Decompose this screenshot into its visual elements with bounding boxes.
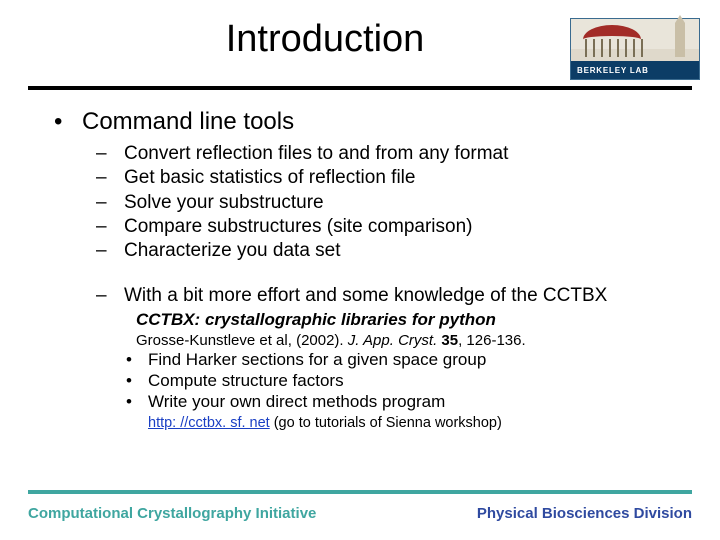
slide-title: Introduction [0, 18, 570, 61]
list-item: –Get basic statistics of reflection file [96, 166, 684, 190]
content-area: • Command line tools –Convert reflection… [0, 90, 720, 431]
lab-logo: BERKELEY LAB [570, 18, 700, 80]
reference-line: Grosse-Kunstleve et al, (2002). J. App. … [54, 332, 684, 349]
list-item: –Characterize you data set [96, 239, 684, 263]
list-item: •Find Harker sections for a given space … [126, 349, 684, 370]
sub-item-list: –Convert reflection files to and from an… [54, 142, 684, 308]
footer-left: Computational Crystallography Initiative [28, 505, 316, 522]
heading-bullet: • Command line tools [54, 108, 684, 136]
list-item: •Write your own direct methods program [126, 391, 684, 412]
list-item: –Compare substructures (site comparison) [96, 215, 684, 239]
cctbx-caption: CCTBX: crystallographic libraries for py… [54, 310, 684, 330]
list-item: –Convert reflection files to and from an… [96, 142, 684, 166]
footer: Computational Crystallography Initiative… [28, 505, 692, 522]
footer-divider [28, 490, 692, 494]
title-row: Introduction BERKELEY LAB [0, 0, 720, 86]
link-line: http: //cctbx. sf. net (go to tutorials … [54, 415, 684, 431]
heading-text: Command line tools [82, 108, 294, 136]
list-item: –Solve your substructure [96, 191, 684, 215]
footer-right: Physical Biosciences Division [477, 505, 692, 522]
effort-line: –With a bit more effort and some knowled… [96, 284, 684, 308]
list-item: •Compute structure factors [126, 370, 684, 391]
slide: Introduction BERKELEY LAB • Command line… [0, 0, 720, 540]
cctbx-link[interactable]: http: //cctbx. sf. net [148, 415, 270, 431]
effort-sub-list: •Find Harker sections for a given space … [54, 349, 684, 413]
logo-text: BERKELEY LAB [571, 61, 699, 79]
bullet-icon: • [54, 108, 82, 136]
